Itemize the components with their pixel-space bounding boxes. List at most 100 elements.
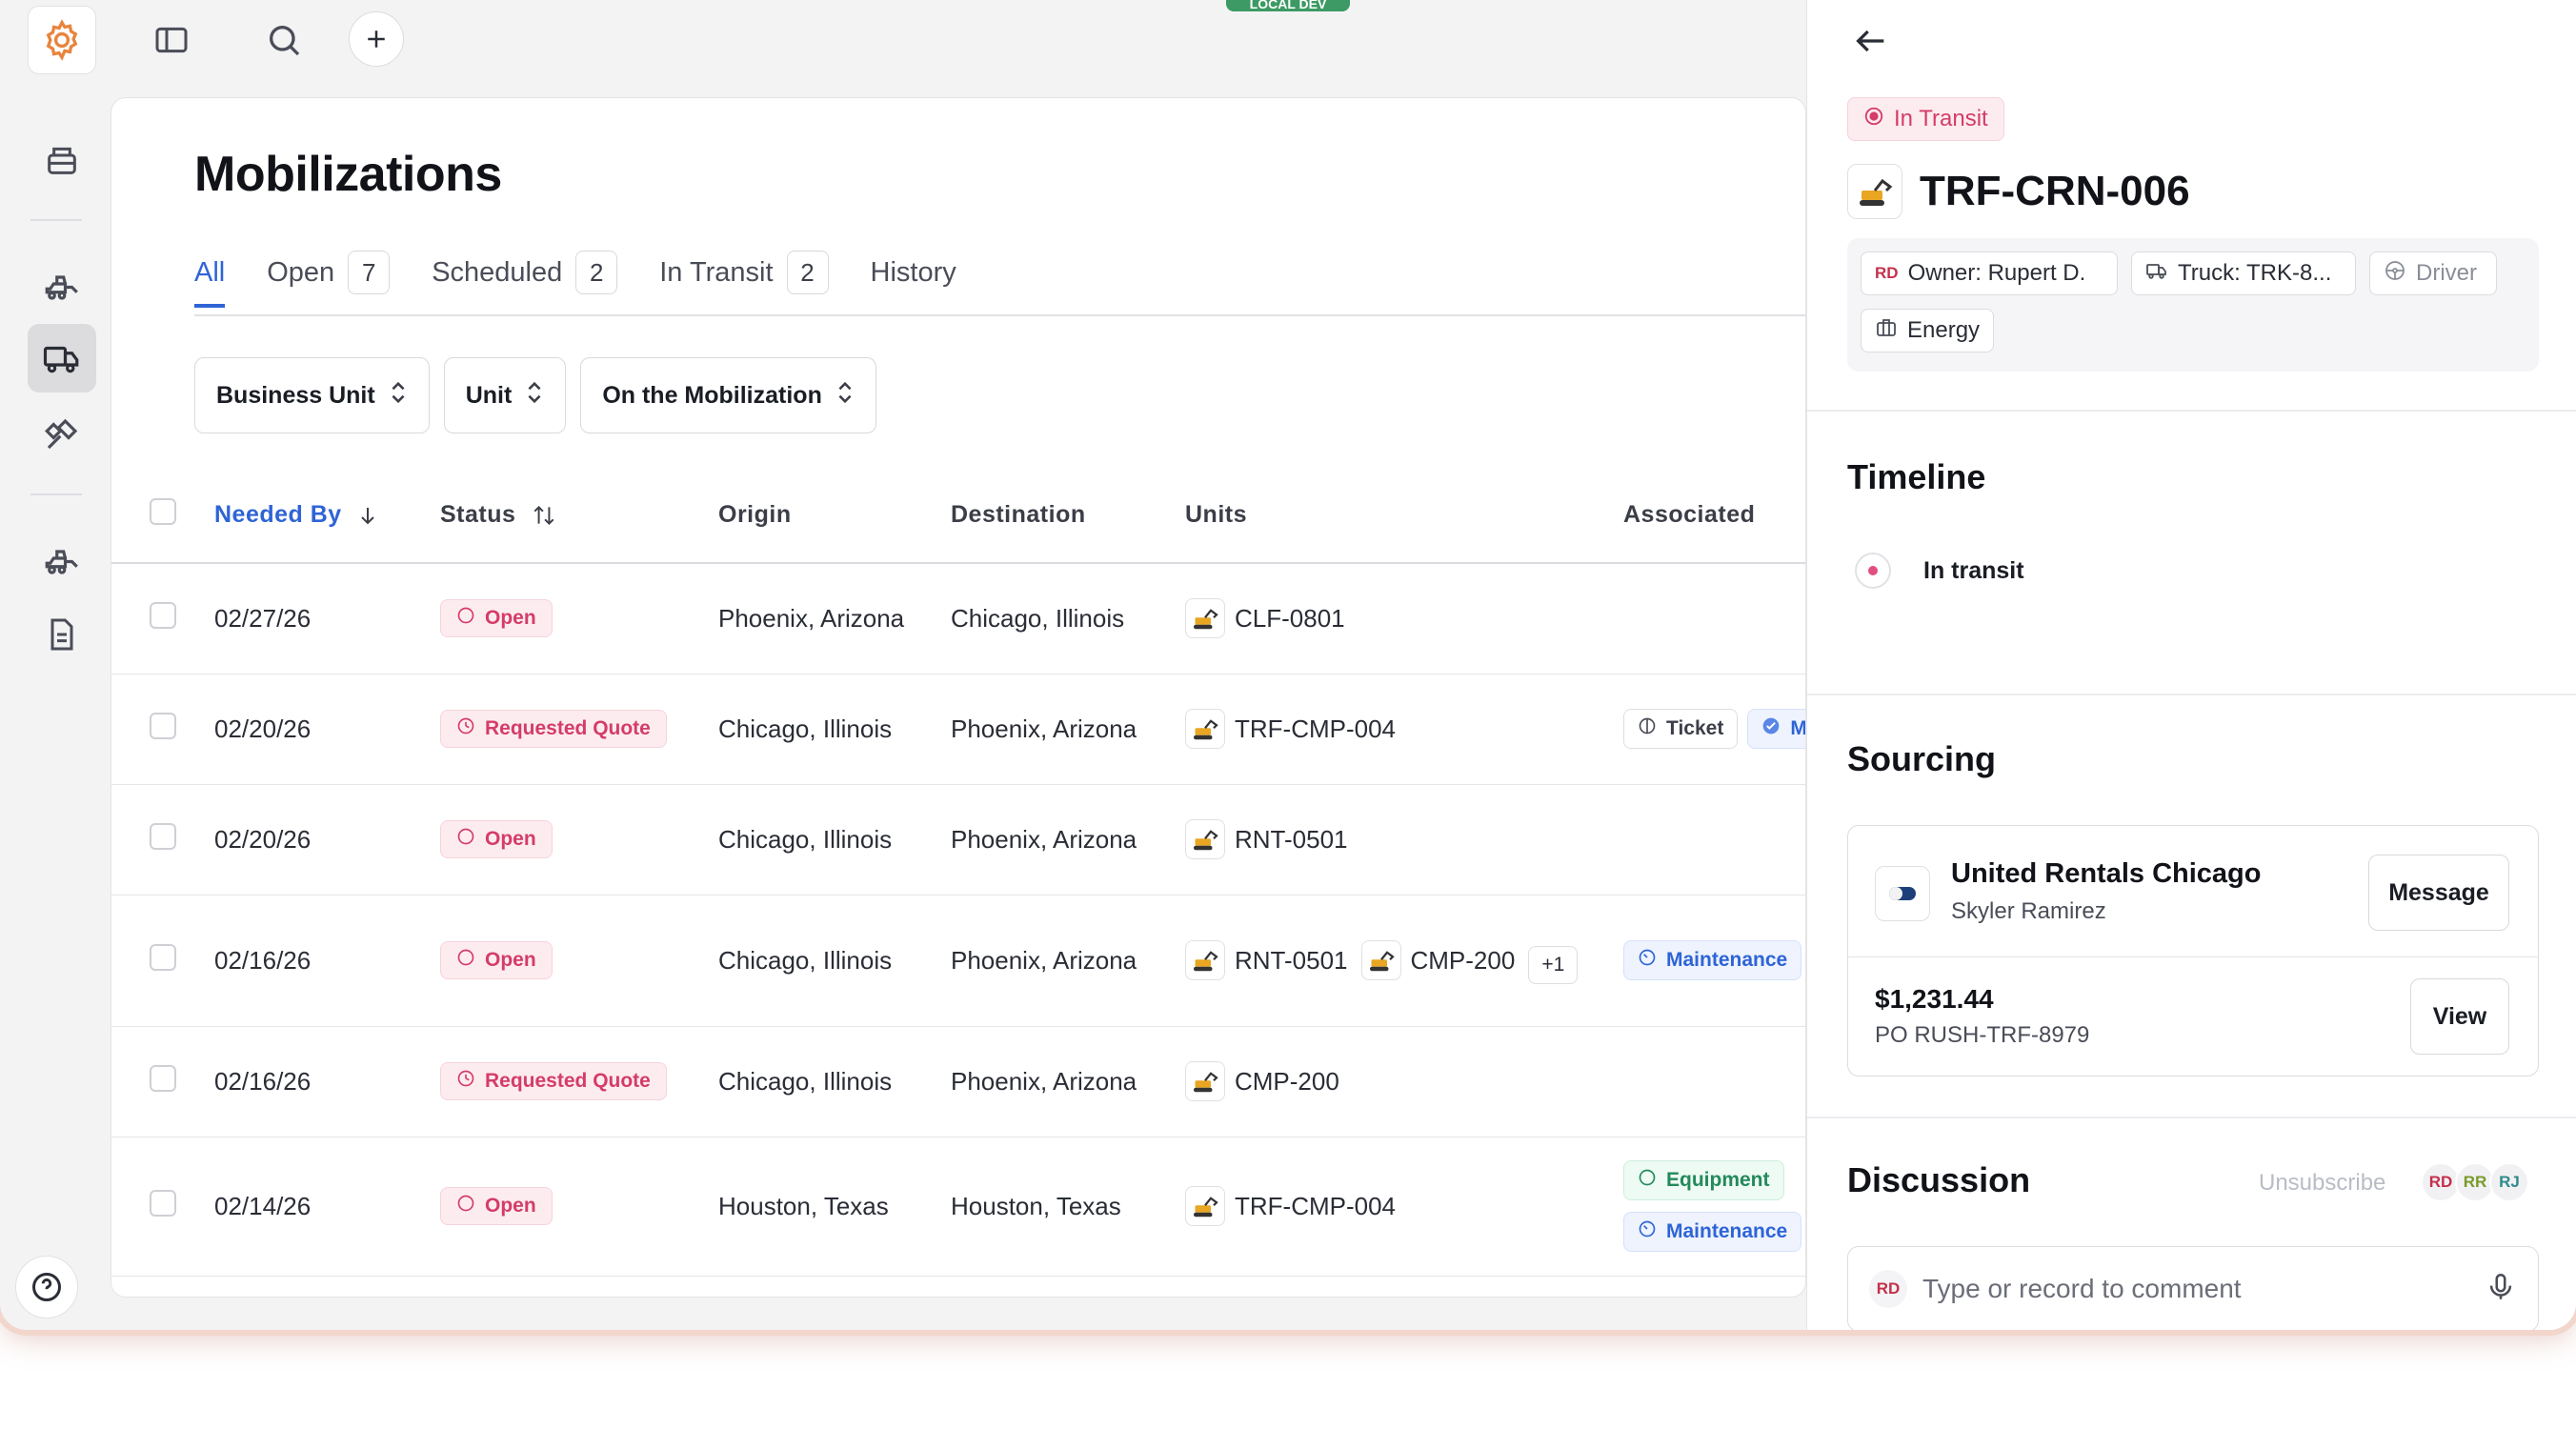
driver-chip[interactable]: Driver bbox=[2369, 252, 2497, 295]
excavator-icon bbox=[1185, 1186, 1225, 1226]
status-label: In Transit bbox=[1894, 106, 1988, 131]
destination-cell: Phoenix, Arizona bbox=[951, 674, 1185, 785]
filter-on-mobilization[interactable]: On the Mobilization bbox=[580, 357, 876, 433]
col-needed-by[interactable]: Needed By bbox=[214, 468, 440, 564]
associated-tag[interactable]: Maintenance bbox=[1623, 940, 1802, 980]
unit-chip[interactable]: CMP-200 bbox=[1360, 940, 1515, 980]
status-icon bbox=[456, 606, 475, 631]
table-row[interactable]: 02/20/26 Open Chicago, Illinois Phoenix,… bbox=[111, 784, 1805, 896]
help-icon[interactable] bbox=[15, 1256, 78, 1318]
tab-bar: All Open 7 Scheduled 2 In Transit 2 History bbox=[194, 239, 998, 308]
owner-chip[interactable]: RD Owner: Rupert D. bbox=[1861, 252, 2118, 295]
more-units-badge[interactable]: +1 bbox=[1528, 946, 1579, 984]
unit-chip[interactable]: RNT-0501 bbox=[1185, 819, 1348, 859]
row-checkbox[interactable] bbox=[150, 1064, 176, 1092]
add-button[interactable] bbox=[349, 11, 404, 67]
chevron-updown-icon bbox=[525, 380, 544, 412]
status-label: Open bbox=[485, 1195, 536, 1217]
associated-cell bbox=[1623, 563, 1805, 674]
tab-history[interactable]: History bbox=[871, 239, 956, 306]
filter-business-unit[interactable]: Business Unit bbox=[194, 357, 430, 433]
excavator-icon bbox=[1847, 164, 1902, 219]
filter-unit[interactable]: Unit bbox=[443, 357, 567, 433]
tab-scheduled[interactable]: Scheduled 2 bbox=[432, 239, 618, 306]
driver-label: Driver bbox=[2416, 260, 2477, 286]
associated-tag[interactable]: Equipment bbox=[1623, 1160, 1784, 1200]
vendor-name: United Rentals Chicago bbox=[1951, 858, 2262, 889]
chevron-updown-icon bbox=[389, 380, 408, 412]
comment-input[interactable]: RD Type or record to comment bbox=[1847, 1246, 2539, 1330]
unit-chip[interactable]: RNT-0501 bbox=[1185, 940, 1348, 980]
tab-label: Open bbox=[267, 256, 335, 288]
status-label: Open bbox=[485, 607, 536, 630]
col-associated[interactable]: Associated bbox=[1623, 468, 1805, 564]
table-row[interactable]: 02/14/26 Open Houston, Texas Houston, Te… bbox=[111, 1137, 1805, 1277]
col-units[interactable]: Units bbox=[1185, 468, 1623, 564]
status-label: Open bbox=[485, 828, 536, 850]
sort-icon bbox=[523, 501, 557, 528]
unit-chip[interactable]: TRF-CMP-004 bbox=[1185, 709, 1396, 749]
table-row[interactable]: 02/16/26 Open Chicago, Illinois Phoenix,… bbox=[111, 895, 1805, 1027]
units-cell: TRF-CMP-004 bbox=[1185, 1137, 1623, 1277]
business-unit-chip[interactable]: Energy bbox=[1861, 309, 1995, 352]
detail-panel: In Transit TRF-CRN-006 RD Owner: Rupert D… bbox=[1806, 0, 2576, 1330]
table-header: Needed By Status Origin Destination Unit… bbox=[111, 468, 1805, 564]
microphone-icon[interactable] bbox=[2485, 1271, 2517, 1308]
avatar[interactable]: RJ bbox=[2489, 1162, 2529, 1202]
row-checkbox[interactable] bbox=[150, 822, 176, 850]
transit-status-icon bbox=[1863, 106, 1884, 133]
associated-tag[interactable]: Ticket bbox=[1623, 709, 1739, 749]
back-arrow-icon[interactable] bbox=[1847, 17, 1895, 65]
status-icon bbox=[456, 716, 475, 741]
col-destination[interactable]: Destination bbox=[951, 468, 1185, 564]
tag-label: Ticket bbox=[1666, 717, 1724, 739]
equipment-icon[interactable] bbox=[28, 250, 96, 318]
tab-in-transit[interactable]: In Transit 2 bbox=[659, 239, 829, 306]
unit-id: CMP-200 bbox=[1235, 1066, 1339, 1096]
table-row[interactable]: 02/20/26 Requested Quote Chicago, Illino… bbox=[111, 674, 1805, 785]
tab-divider bbox=[194, 314, 1805, 316]
associated-cell: Maintenance bbox=[1623, 895, 1805, 1027]
col-status[interactable]: Status bbox=[440, 468, 718, 564]
sourcing-title: Sourcing bbox=[1847, 739, 1997, 778]
document-icon[interactable] bbox=[28, 600, 96, 669]
view-button[interactable]: View bbox=[2410, 978, 2509, 1055]
status-badge: Requested Quote bbox=[440, 1062, 667, 1100]
asset-header: TRF-CRN-006 bbox=[1847, 164, 2190, 219]
excavator-icon bbox=[1185, 940, 1225, 980]
section-divider bbox=[1807, 1117, 2576, 1118]
search-icon[interactable] bbox=[253, 10, 314, 70]
unit-id: TRF-CMP-004 bbox=[1235, 714, 1397, 743]
needed-by-cell: 02/14/26 bbox=[214, 1137, 440, 1277]
truck-chip[interactable]: Truck: TRK-8... bbox=[2131, 252, 2356, 295]
table-row[interactable]: 02/16/26 Requested Quote Chicago, Illino… bbox=[111, 1026, 1805, 1137]
unsubscribe-link[interactable]: Unsubscribe bbox=[2259, 1170, 2385, 1197]
destination-cell: Chicago, Illinois bbox=[951, 563, 1185, 674]
table-row[interactable]: 02/27/26 Open Phoenix, Arizona Chicago, … bbox=[111, 563, 1805, 674]
row-checkbox[interactable] bbox=[150, 712, 176, 739]
inventory-icon[interactable] bbox=[28, 126, 96, 194]
row-checkbox[interactable] bbox=[150, 943, 176, 971]
associated-tag[interactable]: M bbox=[1747, 709, 1805, 749]
row-checkbox[interactable] bbox=[150, 1189, 176, 1217]
app-logo[interactable] bbox=[28, 6, 96, 74]
sidebar-toggle-icon[interactable] bbox=[141, 10, 202, 70]
select-all-checkbox[interactable] bbox=[150, 498, 176, 525]
tools-icon[interactable] bbox=[28, 400, 96, 469]
col-origin[interactable]: Origin bbox=[718, 468, 951, 564]
message-button[interactable]: Message bbox=[2368, 855, 2509, 931]
unit-chip[interactable]: CLF-0801 bbox=[1185, 598, 1345, 639]
mobilizations-truck-icon[interactable] bbox=[28, 324, 96, 392]
main-content: Mobilizations All Open 7 Scheduled 2 In Tr… bbox=[111, 97, 1806, 1298]
tab-open[interactable]: Open 7 bbox=[267, 239, 391, 306]
equipment-alt-icon[interactable] bbox=[28, 524, 96, 593]
tab-all[interactable]: All bbox=[194, 239, 226, 308]
unit-chip[interactable]: CMP-200 bbox=[1185, 1061, 1339, 1101]
associated-tag[interactable]: Maintenance bbox=[1623, 1212, 1802, 1252]
excavator-icon bbox=[1185, 709, 1225, 749]
row-checkbox[interactable] bbox=[150, 601, 176, 629]
units-cell: TRF-CMP-004 bbox=[1185, 674, 1623, 785]
column-label: Status bbox=[440, 501, 516, 528]
vendor-row: United Rentals Chicago Skyler Ramirez Me… bbox=[1848, 826, 2538, 957]
unit-chip[interactable]: TRF-CMP-004 bbox=[1185, 1186, 1396, 1226]
